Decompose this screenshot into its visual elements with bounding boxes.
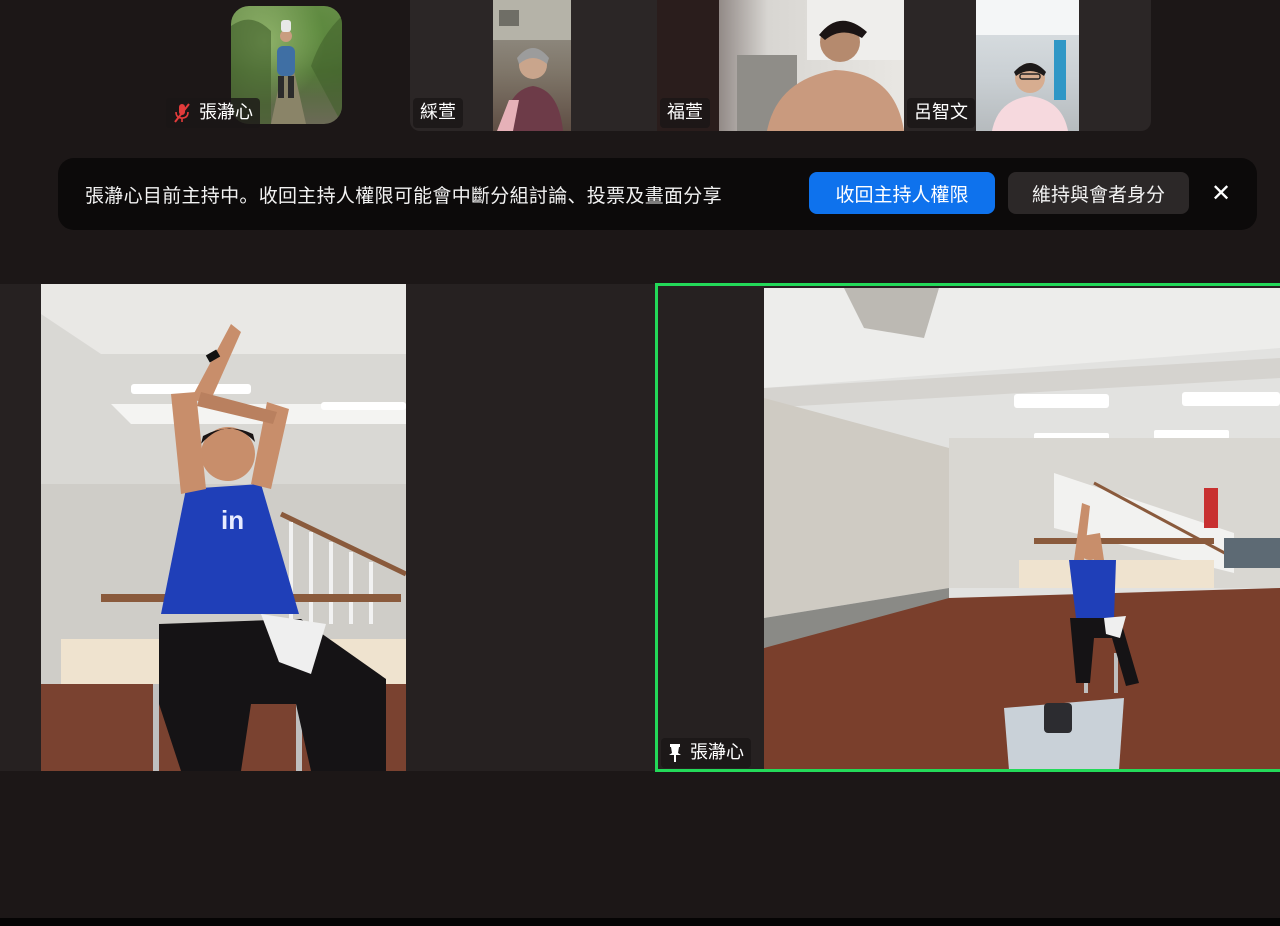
participant-name-tag: 福萱 <box>660 98 710 128</box>
participant-name: 張瀞心 <box>199 102 253 123</box>
participant-name-tag: 張瀞心 <box>661 738 751 768</box>
elderly-woman-figure <box>493 0 571 131</box>
participant-video <box>976 0 1079 131</box>
active-speaker-tile[interactable]: 張瀞心 <box>652 284 1280 771</box>
window-bottom-edge <box>0 918 1280 926</box>
participant-video <box>493 0 571 131</box>
host-reclaim-banner: 張瀞心目前主持中。收回主持人權限可能會中斷分組討論、投票及畫面分享 收回主持人權… <box>58 158 1257 230</box>
participant-name-tag: 呂智文 <box>907 98 975 128</box>
close-icon[interactable]: ✕ <box>1206 178 1236 208</box>
meeting-window: 張瀞心 綵萱 福萱 呂智文 張瀞心目前主持中。收回主持人權限可能會中斷分組討論、… <box>0 0 1280 926</box>
pin-icon <box>669 744 681 762</box>
participant-video: in <box>41 284 406 771</box>
participant-video <box>764 288 1280 770</box>
main-video-tile[interactable]: in <box>0 284 652 771</box>
participant-name-tag: 張瀞心 <box>166 98 260 128</box>
participant-name: 綵萱 <box>420 102 456 123</box>
participant-name: 張瀞心 <box>690 742 744 763</box>
reclaim-host-button[interactable]: 收回主持人權限 <box>809 172 995 214</box>
young-man-figure <box>976 0 1079 131</box>
remain-participant-button[interactable]: 維持與會者身分 <box>1008 172 1189 214</box>
microphone-off-icon <box>174 103 190 123</box>
participant-name: 福萱 <box>667 102 703 123</box>
banner-message: 張瀞心目前主持中。收回主持人權限可能會中斷分組討論、投票及畫面分享 <box>85 184 722 207</box>
dance-studio-scene <box>764 288 1280 770</box>
participant-name-tag: 綵萱 <box>413 98 463 128</box>
instructor-stretching-scene: in <box>41 284 406 771</box>
participant-name: 呂智文 <box>914 102 968 123</box>
svg-text:in: in <box>221 505 244 535</box>
